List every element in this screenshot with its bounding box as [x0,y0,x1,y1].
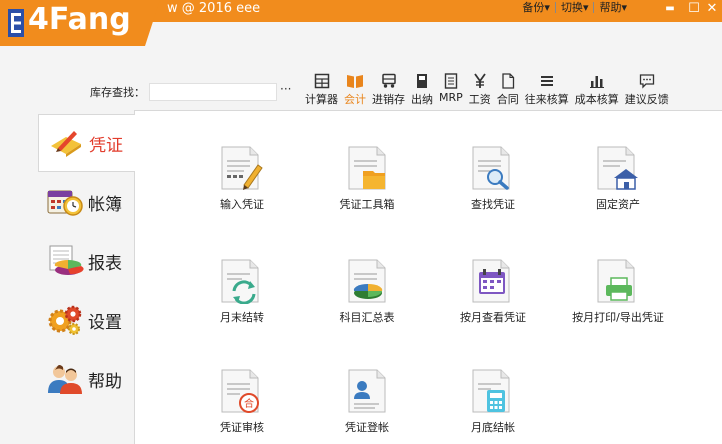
sidebar-label: 帮助 [88,371,122,392]
top-menu: 备份▾ 切换▾ 帮助▾ [517,0,632,14]
book-icon [344,72,366,90]
report-pie-icon [46,244,84,278]
voucher-toolbox-icon [348,146,386,190]
func-input-voucher[interactable]: 输入凭证 [192,145,292,212]
gears-icon [46,303,84,337]
func-label: 输入凭证 [220,198,264,211]
sidebar-label: 设置 [88,312,122,333]
func-voucher-posting[interactable]: 凭证登帐 [317,368,417,435]
brand-area: 4Fang [0,0,160,46]
toolbar-label: 会计 [344,93,366,106]
truck-icon [378,72,400,90]
users-help-icon [46,362,84,396]
voucher-posting-icon [348,369,386,413]
menu-switch[interactable]: 切换▾ [556,0,594,15]
month-end-transfer-icon [221,259,259,304]
calendar-clock-icon [46,185,84,219]
toolbar-calculator[interactable]: 计算器 [302,72,341,108]
toolbar-label: 合同 [496,93,519,106]
func-label: 固定资产 [596,198,640,211]
func-label: 凭证工具箱 [339,198,395,211]
func-label: 科目汇总表 [339,311,395,324]
toolbar-label: 工资 [468,93,491,106]
func-label: 凭证审核 [220,421,264,434]
yen-icon [469,72,491,90]
toolbar-label: 成本核算 [574,93,619,106]
func-label: 月底结帐 [471,421,515,434]
sidebar-item-help[interactable]: 帮助 [38,350,135,408]
func-label: 查找凭证 [471,198,515,211]
month-close-icon [472,369,510,413]
input-voucher-icon [221,146,263,190]
func-month-close[interactable]: 月底结帐 [443,368,543,435]
document-list-icon [440,72,462,90]
toolbar-payroll[interactable]: 工资 [466,72,494,108]
sidebar-item-voucher[interactable]: 凭证 [38,114,135,172]
func-account-summary[interactable]: 科目汇总表 [317,258,417,325]
logo-icon [8,9,24,37]
func-label: 按月查看凭证 [460,311,526,324]
print-export-icon [597,259,635,303]
calculator-icon [311,72,333,90]
toolbar-label: 计算器 [305,93,338,106]
search-more-button[interactable]: ··· [280,82,291,96]
toolbar-label: 进销存 [372,93,405,106]
toolbar-contract[interactable]: 合同 [494,72,522,108]
main-toolbar: 计算器 会计 进销存 出纳 MRP 工资 合同 往来核算 成本核算 建议反馈 [302,72,672,108]
menu-lines-icon [536,72,558,90]
func-voucher-audit[interactable]: 合 凭证审核 [192,368,292,435]
voucher-pen-icon [47,126,85,160]
func-label: 凭证登帐 [345,421,389,434]
minimize-button[interactable]: ▬ [660,3,680,14]
stock-search-input[interactable] [149,83,277,101]
search-label: 库存查找： [90,86,145,99]
sidebar: 凭证 帐簿 报表 设置 帮助 [0,110,135,444]
menu-backup[interactable]: 备份▾ [517,0,555,15]
feedback-icon [636,72,658,90]
func-label: 月末结转 [220,311,264,324]
func-label: 按月打印/导出凭证 [572,311,664,324]
func-voucher-toolbox[interactable]: 凭证工具箱 [317,145,417,212]
toolbar-inventory[interactable]: 进销存 [369,72,408,108]
maximize-button[interactable]: ☐ [684,1,704,16]
toolbar-label: 建议反馈 [624,93,669,106]
monthly-view-icon [472,259,510,303]
logo-text: 4Fang [28,2,131,37]
account-summary-icon [348,259,386,303]
fixed-asset-icon [597,146,638,190]
binder-icon [411,72,433,90]
bar-chart-icon [586,72,608,90]
svg-text:合: 合 [244,397,254,410]
toolbar-mrp[interactable]: MRP [436,72,466,108]
toolbar-feedback[interactable]: 建议反馈 [622,72,672,108]
toolbar-label: MRP [439,91,463,104]
sidebar-item-settings[interactable]: 设置 [38,291,135,349]
func-print-export[interactable]: 按月打印/导出凭证 [568,258,668,325]
sidebar-item-ledger[interactable]: 帐簿 [38,173,135,231]
func-fixed-asset[interactable]: 固定资产 [568,145,668,212]
sidebar-label: 凭证 [89,135,123,156]
toolbar-costing[interactable]: 成本核算 [572,72,622,108]
find-voucher-icon [472,146,510,190]
func-month-end-transfer[interactable]: 月末结转 [192,258,292,325]
toolbar-accounting[interactable]: 会计 [341,72,369,108]
toolbar-receivables[interactable]: 往来核算 [522,72,572,108]
toolbar-cashier[interactable]: 出纳 [408,72,436,108]
sidebar-label: 报表 [88,253,122,274]
func-find-voucher[interactable]: 查找凭证 [443,145,543,212]
toolbar-label: 出纳 [411,93,433,106]
user-info: w @ 2016 eee [167,1,261,16]
menu-help[interactable]: 帮助▾ [594,0,632,15]
sidebar-label: 帐簿 [88,194,122,215]
toolbar-label: 往来核算 [524,93,569,106]
func-monthly-view[interactable]: 按月查看凭证 [443,258,543,325]
voucher-audit-icon: 合 [221,369,259,413]
close-button[interactable]: ✕ [702,1,722,16]
contract-icon [497,72,519,90]
sidebar-item-report[interactable]: 报表 [38,232,135,290]
